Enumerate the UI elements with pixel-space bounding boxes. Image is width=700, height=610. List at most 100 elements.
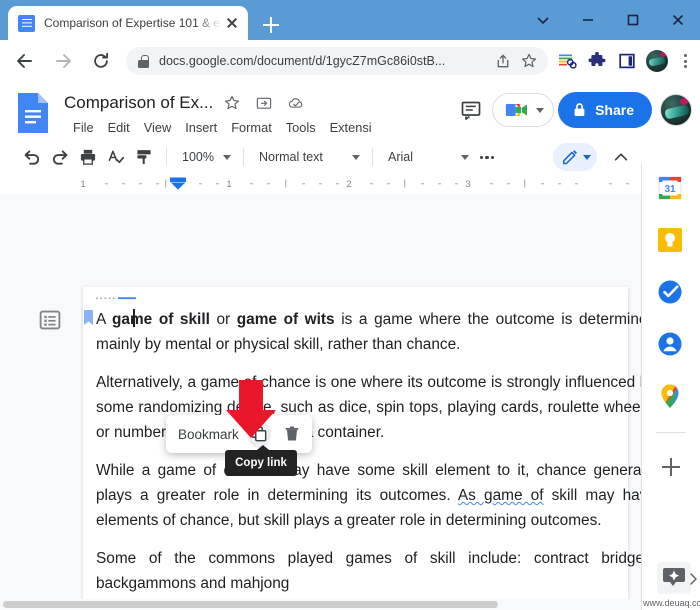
tasks-icon[interactable] (656, 278, 686, 308)
paragraph-3[interactable]: While a game of chance may have some ski… (96, 458, 641, 533)
move-to-folder-icon[interactable] (251, 90, 277, 116)
browser-window: Comparison of Expertise 101 & e docs.goo… (0, 0, 700, 610)
calendar-icon[interactable]: 31 (656, 174, 686, 204)
google-docs-app: Comparison of Ex... File Edit View Inser… (0, 82, 700, 610)
menu-extensions[interactable]: Extensi (323, 118, 379, 137)
add-on-icon[interactable] (656, 452, 686, 482)
window-controls (520, 0, 700, 40)
ruler-canvas: 1 1 2 3 (0, 174, 641, 194)
reload-icon[interactable] (82, 42, 120, 80)
menu-insert[interactable]: Insert (178, 118, 224, 137)
menu-file[interactable]: File (66, 118, 101, 137)
minimize-icon[interactable] (565, 0, 610, 40)
kebab-menu-icon[interactable] (672, 46, 698, 76)
redo-icon[interactable] (46, 143, 74, 171)
p3-spellcheck-run: As game of (457, 487, 544, 504)
copy-link-tooltip: Copy link (225, 445, 297, 476)
font-family-control[interactable]: Arial (381, 144, 473, 170)
browser-navbar: docs.google.com/document/d/1gycZ7mGc86i0… (0, 40, 700, 82)
share-button-label: Share (595, 102, 634, 118)
watermark: www.deuaq.com (643, 562, 700, 608)
toolbar-divider (371, 148, 373, 166)
page-title[interactable]: Comparison of Ex... (64, 93, 213, 113)
puzzle-icon[interactable] (582, 46, 612, 76)
window-close-icon[interactable] (655, 0, 700, 40)
svg-text:1: 1 (226, 179, 231, 190)
anchor-dotted-mark (96, 297, 136, 300)
close-icon[interactable] (222, 13, 242, 33)
side-panel-divider (656, 432, 686, 433)
collapse-toolbar-icon[interactable] (607, 143, 635, 171)
star-icon[interactable] (516, 48, 542, 74)
docs-logo-icon[interactable] (16, 91, 50, 135)
keep-icon[interactable] (656, 226, 686, 256)
menubar-fade (398, 110, 408, 136)
zoom-control[interactable]: 100% (175, 144, 235, 170)
chevron-right-icon[interactable] (686, 572, 700, 586)
zoom-value: 100% (182, 150, 214, 164)
docs-toolbar: 100% Normal text Arial (0, 140, 641, 174)
menu-edit[interactable]: Edit (101, 118, 137, 137)
avatar[interactable] (660, 94, 692, 126)
paragraph-style-control[interactable]: Normal text (252, 144, 364, 170)
menu-view[interactable]: View (137, 118, 179, 137)
chevron-down-icon (583, 154, 591, 160)
toolbar-divider (242, 148, 244, 166)
menu-tools[interactable]: Tools (279, 118, 323, 137)
comment-icon[interactable] (454, 93, 488, 127)
paint-format-icon[interactable] (130, 143, 158, 171)
meet-button[interactable] (492, 93, 555, 127)
browser-tab[interactable]: Comparison of Expertise 101 & e (8, 6, 248, 40)
p1-run-1: A (96, 311, 113, 328)
forward-icon[interactable] (44, 42, 82, 80)
watermark-text: www.deuaq.com (642, 598, 700, 608)
reading-list-icon[interactable] (552, 46, 582, 76)
indent-marker[interactable] (167, 176, 189, 192)
sidepanel-icon[interactable] (612, 46, 642, 76)
paragraph-1[interactable]: A game of skill or game of wits is a gam… (84, 297, 641, 357)
chevron-down-icon (351, 154, 360, 160)
new-tab-icon[interactable] (258, 12, 284, 38)
tooltip-text: Copy link (235, 457, 287, 469)
address-bar[interactable]: docs.google.com/document/d/1gycZ7mGc86i0… (126, 47, 548, 75)
chevron-down-icon[interactable] (536, 107, 545, 113)
share-icon[interactable] (490, 48, 516, 74)
contacts-icon[interactable] (656, 330, 686, 360)
text-cursor (133, 309, 135, 327)
ruler[interactable]: 1 1 2 3 (0, 174, 641, 194)
undo-icon[interactable] (18, 143, 46, 171)
annotation-arrow-icon (226, 380, 276, 438)
horizontal-scroll-thumb[interactable] (3, 601, 498, 608)
cloud-saved-icon[interactable] (283, 90, 309, 116)
extension-icons (552, 46, 700, 76)
tab-title: Comparison of Expertise 101 & e (44, 16, 221, 30)
trash-icon[interactable] (279, 420, 304, 448)
star-icon[interactable] (219, 90, 245, 116)
svg-text:2: 2 (346, 179, 351, 190)
document-title-row: Comparison of Ex... (64, 90, 309, 116)
chevron-down-icon[interactable] (520, 0, 565, 40)
svg-text:1: 1 (80, 179, 85, 190)
print-icon[interactable] (74, 143, 102, 171)
spellcheck-icon[interactable] (102, 143, 130, 171)
more-options-icon[interactable] (473, 143, 501, 171)
svg-text:31: 31 (664, 184, 676, 195)
p1-run-3: or (209, 311, 237, 328)
menu-format[interactable]: Format (224, 118, 279, 137)
share-button[interactable]: Share (558, 92, 652, 128)
paragraph-4[interactable]: Some of the commons played games of skil… (96, 546, 641, 596)
chevron-down-icon (460, 154, 469, 160)
back-icon[interactable] (6, 42, 44, 80)
avatar[interactable] (646, 50, 668, 72)
workspace-side-panel: 31 (641, 164, 700, 610)
document-outline-icon[interactable] (34, 304, 66, 336)
toolbar-divider (166, 148, 167, 166)
document-canvas: A game of skill or game of wits is a gam… (0, 194, 641, 610)
maps-icon[interactable] (656, 382, 686, 412)
svg-text:3: 3 (465, 179, 470, 190)
edit-mode-button[interactable] (553, 143, 597, 171)
maximize-icon[interactable] (610, 0, 655, 40)
document-body[interactable]: A game of skill or game of wits is a gam… (84, 297, 641, 610)
docs-header-actions: Share (454, 92, 692, 128)
horizontal-scrollbar[interactable] (0, 599, 641, 610)
